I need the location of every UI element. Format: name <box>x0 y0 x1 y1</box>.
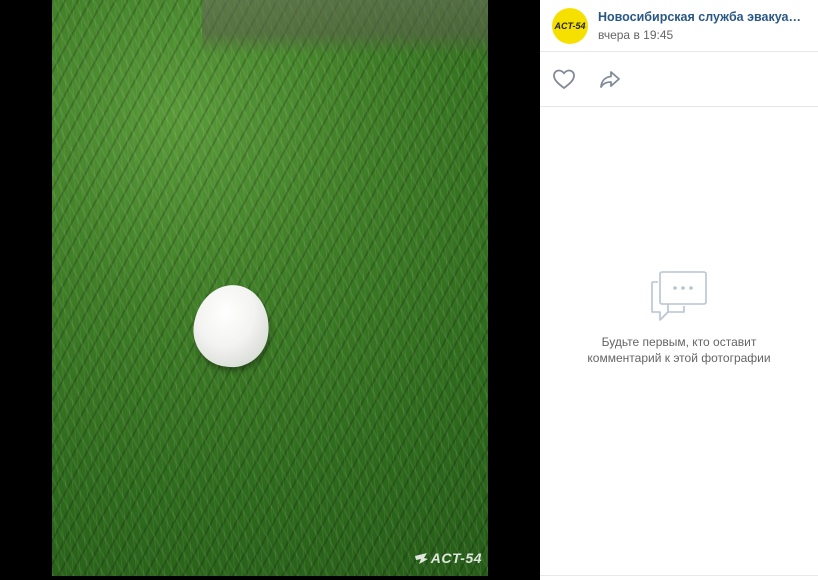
comment-bubble-icon <box>651 271 707 321</box>
heart-icon <box>553 69 575 89</box>
divider <box>540 575 818 576</box>
photo-watermark: ACT-54 <box>413 550 482 566</box>
comments-empty-state: Будьте первым, кто оставит комментарий к… <box>540 270 818 366</box>
author-link[interactable]: Новосибирская служба эвакуации... <box>598 9 804 25</box>
share-button[interactable] <box>598 68 622 90</box>
comments-empty-text: Будьте первым, кто оставит комментарий к… <box>587 335 771 365</box>
avatar[interactable]: ACT-54 <box>552 7 588 44</box>
post-actions <box>540 52 818 107</box>
post-date[interactable]: вчера в 19:45 <box>598 27 804 43</box>
post-meta: Новосибирская служба эвакуации... вчера … <box>598 9 804 43</box>
like-button[interactable] <box>552 68 576 90</box>
photo[interactable]: ACT-54 <box>52 0 488 576</box>
watermark-text: ACT-54 <box>430 550 482 566</box>
post-header: ACT-54 Новосибирская служба эвакуации...… <box>540 0 818 52</box>
photo-stone-area <box>202 0 488 55</box>
share-arrow-icon <box>600 71 620 88</box>
photo-egg <box>188 280 275 372</box>
photo-viewer: ACT-54 <box>0 0 540 580</box>
avatar-logo-text: ACT-54 <box>554 20 586 31</box>
watermark-logo-icon <box>414 553 428 564</box>
info-panel: ACT-54 Новосибирская служба эвакуации...… <box>540 0 818 580</box>
